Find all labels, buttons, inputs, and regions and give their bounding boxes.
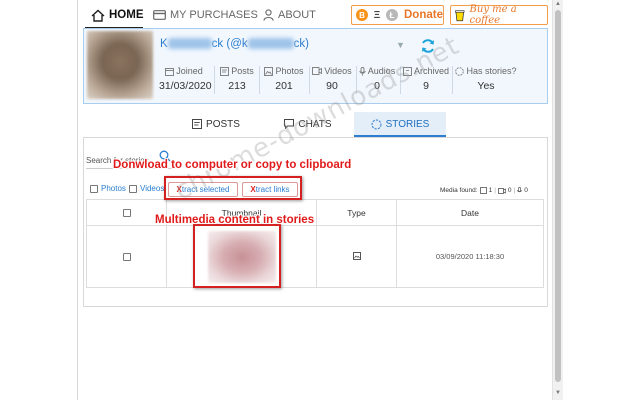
filter-photos-label: Photos: [101, 184, 126, 193]
annotation-download-text: Donwload to computer or copy to clipboar…: [113, 159, 352, 171]
date-header: Date: [396, 199, 544, 226]
media-table: Thumbnail Type Date 03/09/2020 11:18:30: [86, 199, 544, 288]
bitcoin-icon: B: [356, 9, 368, 21]
checkbox-box[interactable]: [90, 184, 98, 193]
litecoin-icon: Ł: [386, 9, 398, 21]
stat-has-stories-value: Yes: [477, 80, 495, 92]
stat-posts-value: 213: [228, 80, 246, 92]
table-row[interactable]: 03/09/2020 11:18:30: [86, 225, 544, 288]
profile-name-start: K: [160, 38, 168, 50]
donate-label: Donate: [404, 9, 443, 21]
date-cell: 03/09/2020 11:18:30: [396, 225, 544, 288]
tab-posts-label: POSTS: [206, 118, 240, 130]
profile-name-end: ck): [293, 38, 309, 50]
stat-joined-label: Joined: [176, 66, 203, 76]
stat-photos-value: 201: [275, 80, 293, 92]
filter-videos-label: Videos: [140, 184, 165, 193]
calendar-icon: [165, 67, 175, 76]
video-icon: [498, 187, 506, 194]
home-icon: [91, 9, 105, 22]
tab-stories-label: STORIES: [385, 118, 430, 130]
annotation-multimedia-text: Multimedia content in stories: [155, 214, 315, 226]
stories-icon: [371, 119, 382, 129]
select-all-checkbox[interactable]: [122, 209, 131, 218]
type-cell: [316, 225, 397, 288]
scrollbar[interactable]: ▲ ▼: [552, 0, 563, 400]
row-select-cell[interactable]: [86, 225, 167, 288]
nav-purchases-tab[interactable]: MY PURCHASES: [153, 6, 258, 24]
screenshot-stage: HOME MY PURCHASES ABOUT B Ξ Ł Donate Buy…: [0, 0, 640, 400]
ethereum-icon: Ξ: [371, 9, 383, 21]
stat-joined-value: 31/03/2020: [159, 80, 212, 92]
stat-has-stories: Has stories? Yes: [455, 66, 517, 92]
tab-posts[interactable]: POSTS: [170, 112, 262, 136]
stat-divider: [259, 66, 260, 94]
stat-joined: Joined 31/03/2020: [159, 66, 212, 92]
annotation-highlight-buttons: [164, 176, 302, 200]
media-found-audios: 0: [524, 187, 528, 194]
video-icon: [312, 67, 323, 75]
redacted-name-part: [167, 38, 212, 50]
filter-videos-checkbox[interactable]: Videos: [129, 184, 164, 193]
coffee-label: Buy me a coffee: [469, 4, 517, 26]
microphone-icon: [517, 187, 523, 193]
nav-purchases-label: MY PURCHASES: [170, 9, 258, 21]
checkbox-box[interactable]: [129, 184, 137, 193]
redacted-handle-part: [247, 38, 294, 50]
media-found-label: Media found:: [440, 187, 478, 194]
stat-posts: Posts 213: [218, 66, 256, 92]
profile-name: Kck (@k ck): [160, 38, 309, 50]
row-checkbox[interactable]: [122, 253, 131, 262]
stat-divider: [214, 66, 215, 94]
profile-name-middle: ck (@k: [211, 38, 248, 50]
stat-divider: [309, 66, 310, 94]
separator: |: [513, 187, 516, 194]
scroll-up-arrow-icon[interactable]: ▲: [555, 1, 561, 7]
coffee-cup-icon: [455, 9, 465, 21]
nav-home-tab[interactable]: HOME: [91, 6, 144, 24]
person-icon: [263, 9, 274, 21]
image-icon: [352, 251, 361, 260]
tab-stories[interactable]: STORIES: [354, 112, 446, 136]
stat-divider: [452, 66, 453, 94]
card-icon: [153, 10, 166, 20]
media-found-summary: Media found: 1 | 0 | 0: [440, 187, 528, 194]
avatar: [87, 31, 153, 99]
type-header: Type: [316, 199, 397, 226]
stat-videos-label: Videos: [324, 66, 352, 76]
annotation-highlight-thumbnail: [193, 224, 281, 288]
nav-about-tab[interactable]: ABOUT: [263, 6, 316, 24]
separator: |: [494, 187, 496, 194]
scroll-down-arrow-icon[interactable]: ▼: [555, 390, 561, 396]
media-found-photos: 1: [488, 187, 493, 194]
stat-photos-label: Photos: [275, 66, 304, 76]
nav-home-label: HOME: [109, 9, 144, 21]
posts-icon: [220, 66, 230, 76]
microphone-icon: [359, 66, 366, 76]
scrollbar-thumb[interactable]: [555, 10, 561, 382]
buy-me-a-coffee-button[interactable]: Buy me a coffee: [450, 4, 548, 26]
stat-posts-label: Posts: [231, 66, 254, 76]
media-found-videos: 0: [507, 187, 512, 194]
photo-icon: [264, 66, 274, 76]
stories-icon: [455, 66, 465, 76]
donate-button[interactable]: B Ξ Ł Donate: [351, 5, 444, 25]
stat-has-stories-label: Has stories?: [466, 66, 517, 76]
photo-icon: [479, 187, 487, 194]
nav-about-label: ABOUT: [278, 9, 316, 21]
posts-icon: [192, 119, 203, 129]
chevron-down-icon[interactable]: ▼: [396, 40, 405, 50]
filter-photos-checkbox[interactable]: Photos: [90, 184, 126, 193]
stat-photos: Photos 201: [262, 66, 306, 92]
